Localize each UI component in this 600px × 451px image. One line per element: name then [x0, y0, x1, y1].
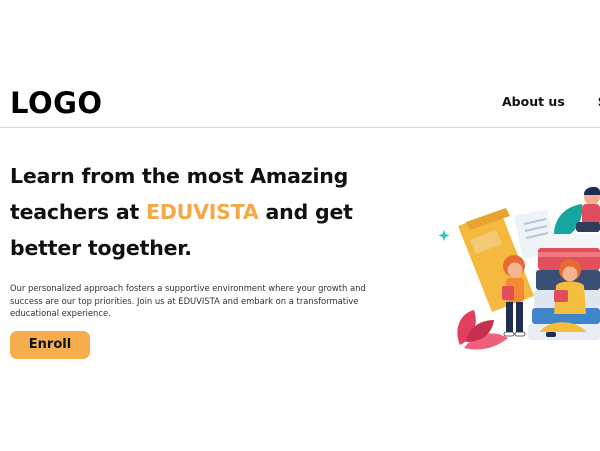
hero-headline: Learn from the most Amazing teachers at …: [10, 158, 380, 266]
hero-description: Our personalized approach fosters a supp…: [10, 283, 366, 319]
hero-illustration: [438, 186, 600, 350]
leaves-icon: [457, 310, 508, 350]
enroll-button[interactable]: Enroll: [10, 330, 90, 359]
main-nav: About us Sk: [502, 94, 600, 110]
hero-section: Learn from the most Amazing teachers at …: [10, 158, 380, 359]
headline-line-3: better together.: [10, 236, 192, 260]
nav-link-about[interactable]: About us: [502, 94, 565, 110]
site-header: LOGO About us Sk: [0, 80, 600, 128]
sparkle-icon: [438, 230, 450, 241]
logo[interactable]: LOGO: [10, 86, 103, 120]
headline-line-2-start: teachers at: [10, 200, 147, 224]
headline-line-2-end: and get: [258, 200, 353, 224]
headline-line-1: Learn from the most Amazing: [10, 164, 349, 188]
girl-standing-icon: [502, 255, 526, 337]
brand-highlight: EDUVISTA: [146, 200, 259, 224]
